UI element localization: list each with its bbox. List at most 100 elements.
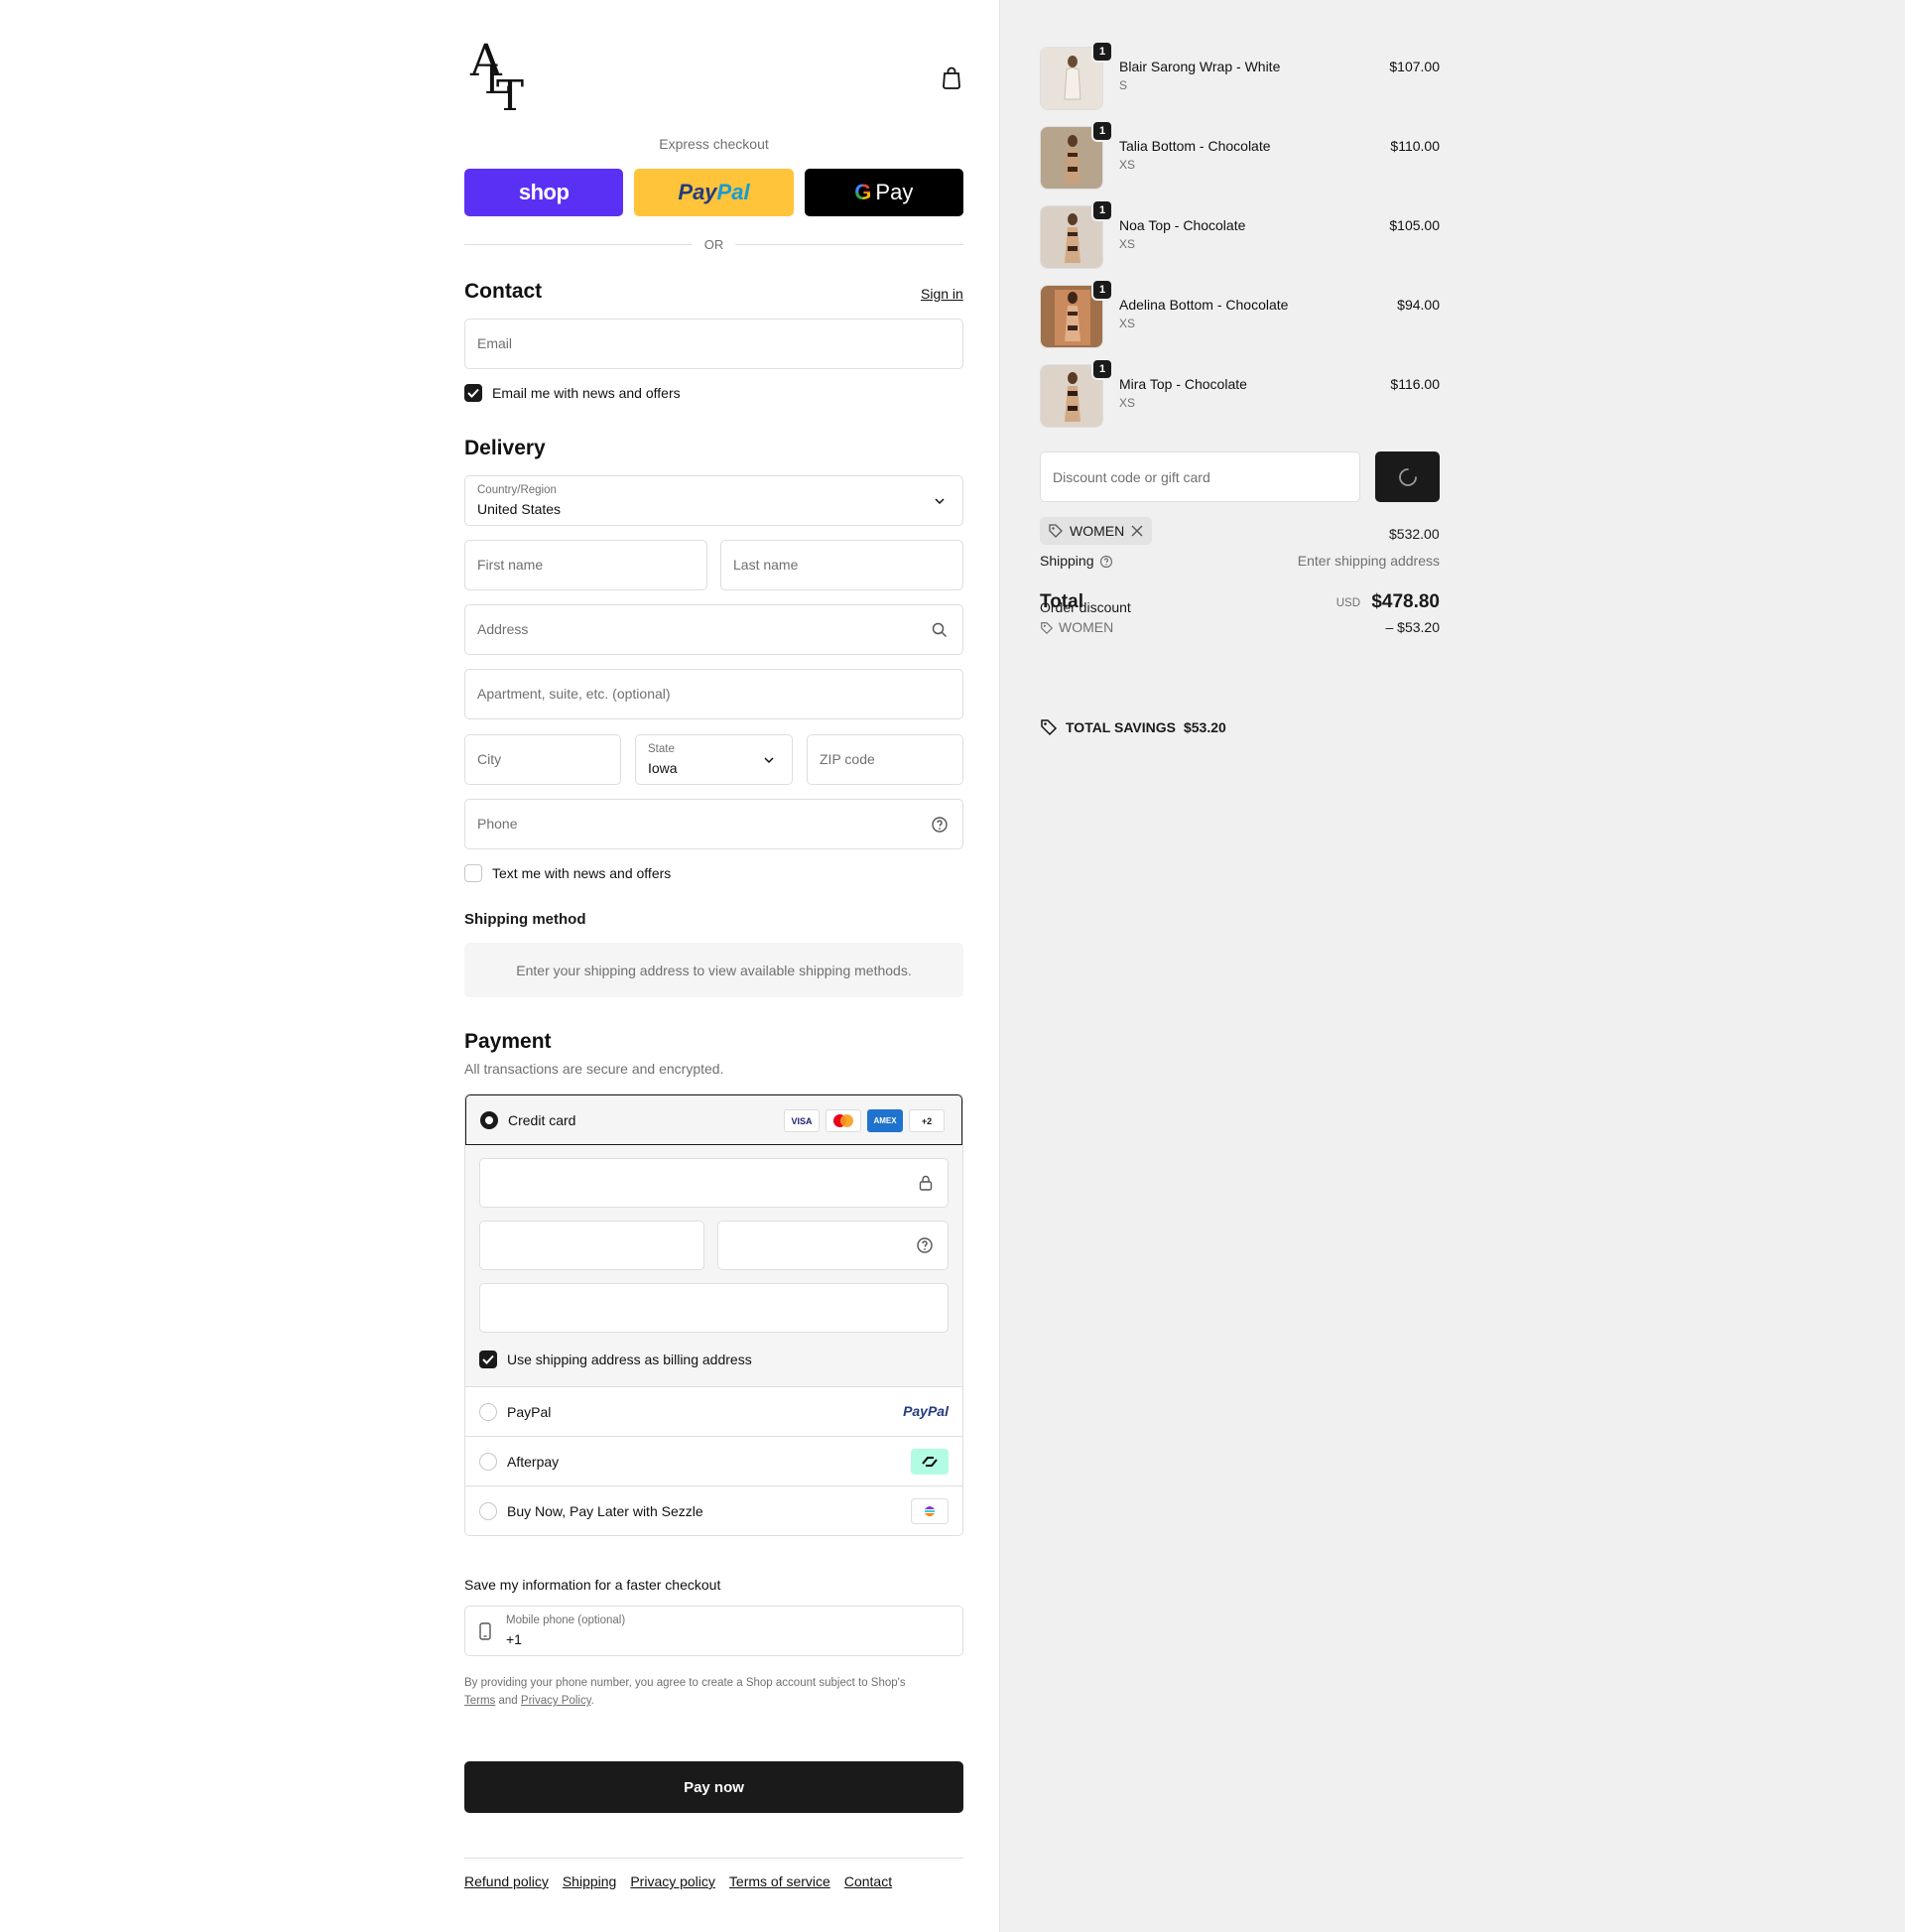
google-pay-button[interactable]: G Pay xyxy=(804,169,963,216)
discount-line-code: WOMEN xyxy=(1059,619,1114,635)
paypal-label: PayPal xyxy=(507,1404,552,1420)
tag-icon xyxy=(1049,524,1063,538)
applied-discount-chip: WOMEN xyxy=(1040,517,1153,545)
shop-pay-label: shop xyxy=(518,180,570,204)
shopping-bag-icon[interactable] xyxy=(941,65,962,89)
payment-subtitle: All transactions are secure and encrypte… xyxy=(464,1061,724,1077)
zip-field[interactable]: ZIP code xyxy=(807,734,963,785)
discount-line-amount: – $53.20 xyxy=(1385,619,1441,635)
state-select[interactable]: State Iowa xyxy=(635,734,793,785)
express-checkout-title: Express checkout xyxy=(659,136,769,152)
afterpay-label: Afterpay xyxy=(507,1454,560,1470)
google-g-icon: G xyxy=(854,180,872,204)
credit-card-radio[interactable] xyxy=(480,1111,498,1129)
paypal-option[interactable]: PayPal PayPal xyxy=(465,1387,962,1437)
shipping-policy-link[interactable]: Shipping xyxy=(563,1873,617,1889)
shipping-method-title: Shipping method xyxy=(464,911,586,928)
afterpay-option[interactable]: Afterpay xyxy=(465,1437,962,1486)
mobile-phone-field[interactable]: Mobile phone (optional) +1 xyxy=(464,1606,963,1656)
contact-link[interactable]: Contact xyxy=(844,1873,892,1889)
expiration-date-field[interactable] xyxy=(479,1221,704,1270)
item-name: Blair Sarong Wrap - White xyxy=(1119,59,1281,74)
item-variant: XS xyxy=(1119,158,1136,172)
apartment-field[interactable]: Apartment, suite, etc. (optional) xyxy=(464,669,963,719)
name-on-card-field[interactable] xyxy=(479,1283,949,1333)
privacy-policy-link[interactable]: Privacy Policy xyxy=(521,1695,591,1707)
visa-icon: VISA xyxy=(784,1109,820,1132)
amex-icon: AMEX xyxy=(867,1109,903,1132)
sezzle-label: Buy Now, Pay Later with Sezzle xyxy=(507,1503,703,1519)
sezzle-radio[interactable] xyxy=(479,1502,497,1520)
mastercard-icon xyxy=(826,1109,861,1132)
more-cards-badge: +2 xyxy=(909,1109,945,1132)
help-icon[interactable] xyxy=(916,1236,934,1257)
city-field[interactable]: City xyxy=(464,734,621,785)
contact-title: Contact xyxy=(464,280,543,303)
item-price: $105.00 xyxy=(1389,217,1440,233)
email-field[interactable]: Email xyxy=(464,319,963,369)
pay-now-button[interactable]: Pay now xyxy=(464,1761,963,1813)
paypal-express-button[interactable]: Pay Pal xyxy=(634,169,794,216)
apply-discount-button[interactable] xyxy=(1375,451,1440,502)
help-icon[interactable] xyxy=(931,816,949,834)
tag-icon xyxy=(1041,622,1054,635)
paypal-radio[interactable] xyxy=(479,1403,497,1421)
applied-discount-code: WOMEN xyxy=(1070,523,1125,539)
text-news-row[interactable]: Text me with news and offers xyxy=(464,864,671,882)
loading-spinner-icon xyxy=(1398,467,1417,486)
credit-card-option[interactable]: Credit card VISA AMEX +2 xyxy=(465,1095,962,1145)
legal-and: and xyxy=(498,1695,518,1707)
cart-item: 1 Mira Top - Chocolate XS $116.00 xyxy=(1040,358,1440,428)
security-code-field[interactable] xyxy=(717,1221,949,1270)
shipping-method-message: Enter your shipping address to view avai… xyxy=(464,943,963,997)
refund-policy-link[interactable]: Refund policy xyxy=(464,1873,549,1889)
terms-of-service-link[interactable]: Terms of service xyxy=(729,1873,830,1889)
credit-card-form: Use shipping address as billing address xyxy=(465,1145,962,1387)
total-savings-value: $53.20 xyxy=(1183,719,1226,735)
order-discount-label: Order discount xyxy=(1040,599,1131,615)
cart-item: 1 Talia Bottom - Chocolate XS $110.00 xyxy=(1040,120,1440,190)
text-news-checkbox[interactable] xyxy=(464,864,482,882)
credit-card-label: Credit card xyxy=(508,1112,576,1128)
country-select[interactable]: Country/Region United States xyxy=(464,475,963,526)
paypal-logo-part1: Pay xyxy=(678,180,717,204)
country-label: Country/Region xyxy=(477,484,557,496)
delivery-title: Delivery xyxy=(464,437,546,459)
pay-now-label: Pay now xyxy=(684,1778,744,1796)
privacy-policy-footer-link[interactable]: Privacy policy xyxy=(630,1873,715,1889)
state-value: Iowa xyxy=(648,760,678,776)
afterpay-radio[interactable] xyxy=(479,1453,497,1471)
card-number-field[interactable] xyxy=(479,1158,949,1208)
address-field[interactable]: Address xyxy=(464,604,963,655)
discount-code-field[interactable]: Discount code or gift card xyxy=(1040,451,1360,502)
express-checkout-buttons: shop Pay Pal G Pay xyxy=(464,169,963,216)
last-name-placeholder: Last name xyxy=(733,557,799,573)
total-savings-label: TOTAL SAVINGS xyxy=(1066,719,1176,735)
cart-item: 1 Adelina Bottom - Chocolate XS $94.00 xyxy=(1040,279,1440,348)
email-news-row[interactable]: Email me with news and offers xyxy=(464,384,681,402)
billing-same-row[interactable]: Use shipping address as billing address xyxy=(479,1351,752,1368)
billing-same-checkbox[interactable] xyxy=(479,1351,497,1368)
afterpay-logo-icon xyxy=(911,1449,949,1475)
shop-pay-button[interactable]: shop xyxy=(464,169,624,216)
lock-icon xyxy=(918,1174,934,1195)
terms-link[interactable]: Terms xyxy=(464,1695,495,1707)
help-icon[interactable] xyxy=(1099,555,1113,569)
last-name-field[interactable]: Last name xyxy=(720,540,963,590)
checkmark-icon xyxy=(482,1354,494,1364)
sezzle-option[interactable]: Buy Now, Pay Later with Sezzle xyxy=(465,1486,962,1535)
shipping-label: Shipping xyxy=(1040,553,1094,569)
brand-logo[interactable]: A L T xyxy=(464,36,528,120)
footer-links: Refund policy Shipping Privacy policy Te… xyxy=(464,1873,892,1889)
zip-placeholder: ZIP code xyxy=(820,751,875,767)
total-row: Total Order discount USD $478.80 xyxy=(1040,591,1440,621)
close-icon[interactable] xyxy=(1130,524,1144,538)
save-info-title: Save my information for a faster checkou… xyxy=(464,1577,721,1593)
first-name-field[interactable]: First name xyxy=(464,540,707,590)
email-news-checkbox[interactable] xyxy=(464,384,482,402)
phone-field[interactable]: Phone xyxy=(464,799,963,849)
cart-item: 1 Noa Top - Chocolate XS $105.00 xyxy=(1040,199,1440,269)
item-name: Mira Top - Chocolate xyxy=(1119,376,1247,392)
search-icon xyxy=(931,621,949,639)
sign-in-link[interactable]: Sign in xyxy=(921,286,963,302)
